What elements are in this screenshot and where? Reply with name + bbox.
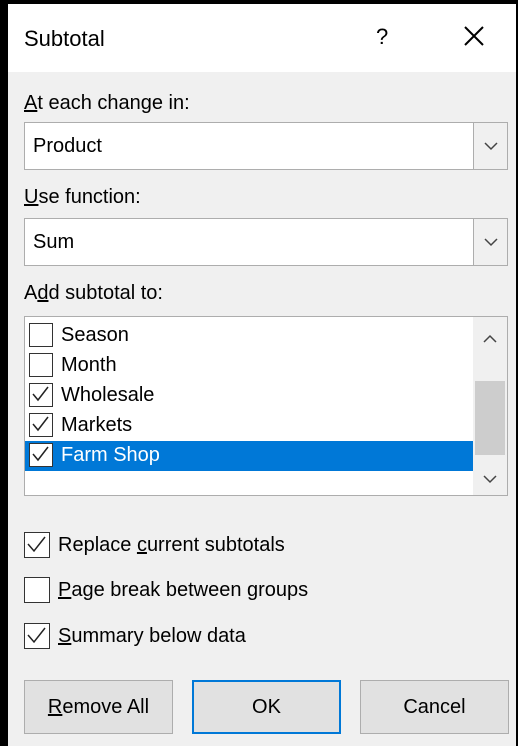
add-subtotal-listbox[interactable]: Season Month Wholesale Markets Farm Shop — [24, 316, 508, 496]
list-item[interactable]: Season — [25, 321, 473, 351]
scrollbar-thumb[interactable] — [475, 381, 505, 455]
replace-subtotals-option[interactable]: Replace current subtotals — [24, 532, 324, 560]
checkbox-checked[interactable] — [29, 383, 53, 407]
ok-button[interactable]: OK — [192, 680, 341, 734]
page-break-label: Page break between groups — [58, 579, 309, 601]
checkbox-checked[interactable] — [29, 443, 53, 467]
checkbox-checked[interactable] — [24, 532, 50, 558]
replace-subtotals-label: Replace current subtotals — [58, 534, 285, 556]
chevron-down-icon[interactable] — [483, 471, 497, 489]
checkbox-checked[interactable] — [24, 623, 50, 649]
add-subtotal-label: Add subtotal to: — [24, 282, 163, 304]
subtotal-dialog: Subtotal ? At each change in: Product Us… — [8, 4, 516, 746]
chevron-down-icon[interactable] — [473, 219, 507, 265]
chevron-up-icon[interactable] — [483, 331, 497, 349]
change-in-combobox[interactable]: Product — [24, 122, 508, 170]
help-icon[interactable]: ? — [376, 24, 388, 50]
change-in-value: Product — [33, 135, 102, 157]
remove-all-button[interactable]: Remove All — [24, 680, 173, 734]
chevron-down-icon[interactable] — [473, 123, 507, 169]
scrollbar[interactable] — [473, 317, 507, 495]
dialog-title: Subtotal — [24, 26, 105, 51]
change-in-label: At each change in: — [24, 92, 190, 114]
checkbox[interactable] — [24, 577, 50, 603]
list-item[interactable]: Markets — [25, 411, 473, 441]
checkbox[interactable] — [29, 323, 53, 347]
list-item[interactable]: Wholesale — [25, 381, 473, 411]
list-item[interactable]: Month — [25, 351, 473, 381]
checkbox-checked[interactable] — [29, 413, 53, 437]
summary-below-label: Summary below data — [58, 625, 246, 647]
use-function-label: Use function: — [24, 186, 141, 208]
use-function-value: Sum — [33, 231, 75, 253]
title-bar: Subtotal ? — [8, 4, 516, 72]
checkbox[interactable] — [29, 353, 53, 377]
list-item-selected[interactable]: Farm Shop — [25, 441, 473, 471]
close-icon[interactable] — [460, 22, 488, 50]
summary-below-option[interactable]: Summary below data — [24, 623, 284, 651]
use-function-combobox[interactable]: Sum — [24, 218, 508, 266]
page-break-option[interactable]: Page break between groups — [24, 577, 344, 605]
cancel-button[interactable]: Cancel — [360, 680, 509, 734]
